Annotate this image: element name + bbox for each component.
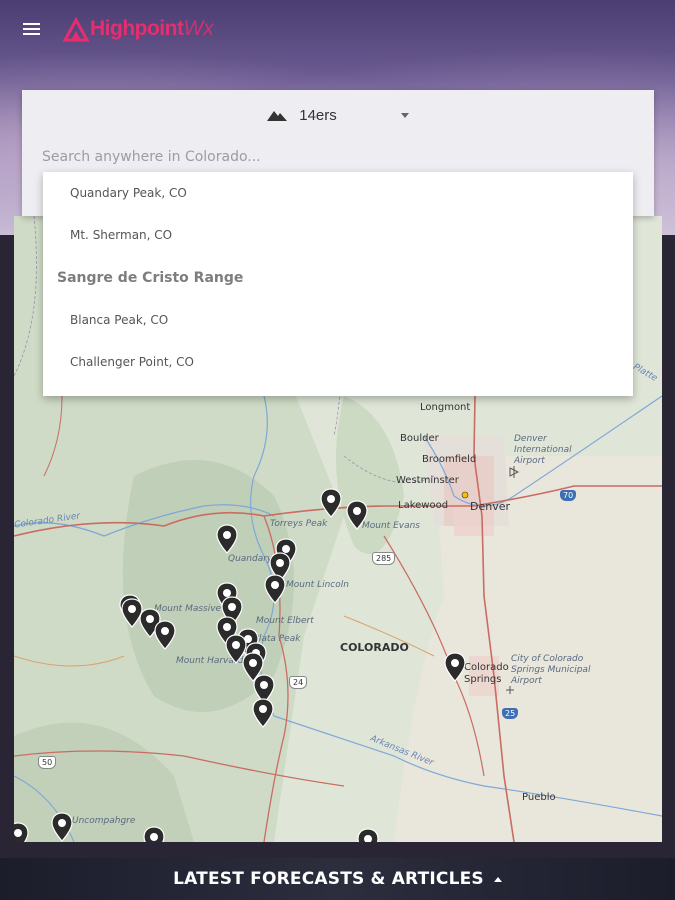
map-label-lincoln: Mount Lincoln: [286, 580, 349, 590]
map-pin-icon[interactable]: [251, 698, 275, 728]
map-pin-icon[interactable]: [345, 500, 369, 530]
map-pin-icon[interactable]: [142, 826, 166, 842]
latest-forecasts-toggle[interactable]: LATEST FORECASTS & ARTICLES: [0, 858, 675, 900]
search-input[interactable]: [42, 144, 632, 170]
suggestion-quandary-peak[interactable]: Quandary Peak, CO: [43, 172, 633, 214]
i25-shield: 25: [502, 708, 519, 719]
map-pin-icon[interactable]: [153, 620, 177, 650]
logo-text: Highpoint: [90, 17, 184, 40]
i70-shield: 70: [560, 490, 577, 501]
map-label-elbert: Mount Elbert: [256, 616, 314, 626]
map-label-broomfield: Broomfield: [422, 454, 477, 465]
range-selector[interactable]: 14ers: [22, 104, 654, 126]
caret-up-icon: [493, 876, 502, 882]
map-label-evans: Mount Evans: [362, 521, 420, 531]
map-label-springs-airport: City of Colorado Springs Municipal Airpo…: [511, 654, 591, 686]
us285-shield: 285: [372, 552, 396, 565]
footer-label: LATEST FORECASTS & ARTICLES: [173, 869, 484, 889]
map-pin-icon[interactable]: [50, 812, 74, 842]
map-label-pueblo: Pueblo: [522, 792, 556, 803]
map-label-denver: Denver: [470, 500, 511, 513]
hamburger-menu-icon[interactable]: [20, 19, 44, 39]
suggestion-challenger-point[interactable]: Challenger Point, CO: [43, 341, 633, 383]
map-pin-icon[interactable]: [443, 652, 467, 682]
map-label-westminster: Westminster: [396, 475, 459, 486]
map-pin-icon[interactable]: [14, 822, 30, 842]
map-label-longmont: Longmont: [420, 402, 471, 413]
map-label-lakewood: Lakewood: [398, 500, 449, 511]
chevron-down-icon: [400, 112, 409, 118]
suggestion-group-sangre-de-cristo: Sangre de Cristo Range: [57, 270, 244, 286]
search-suggestions-dropdown: Quandary Peak, CO Mt. Sherman, CO Sangre…: [43, 172, 633, 396]
map-pin-icon[interactable]: [356, 828, 380, 842]
map-label-denver-airport: Denver International Airport: [514, 434, 572, 466]
map-label-colorado: COLORADO: [340, 641, 409, 654]
map-pin-icon[interactable]: [319, 488, 343, 518]
map-pin-icon[interactable]: [215, 524, 239, 554]
map-label-uncompahgre: Uncompahgre: [72, 816, 136, 826]
suggestion-mt-sherman[interactable]: Mt. Sherman, CO: [43, 214, 633, 256]
us24-shield: 24: [289, 676, 308, 689]
mountain-icon: [267, 111, 288, 121]
us50-shield: 50: [38, 756, 57, 769]
map-label-boulder: Boulder: [400, 433, 439, 444]
suggestion-blanca-peak[interactable]: Blanca Peak, CO: [43, 299, 633, 341]
map-label-massive: Mount Massive: [154, 604, 222, 614]
logo-text-suffix: Wx: [183, 17, 214, 40]
map-pin-icon[interactable]: [263, 574, 287, 604]
map-label-torreys: Torreys Peak: [270, 519, 328, 529]
app-logo[interactable]: Highpoint Wx: [62, 12, 214, 46]
range-selector-label: 14ers: [299, 106, 337, 124]
map-label-quandary: Quandary: [228, 554, 273, 564]
map-label-colorado-springs: Colorado Springs: [464, 662, 509, 685]
